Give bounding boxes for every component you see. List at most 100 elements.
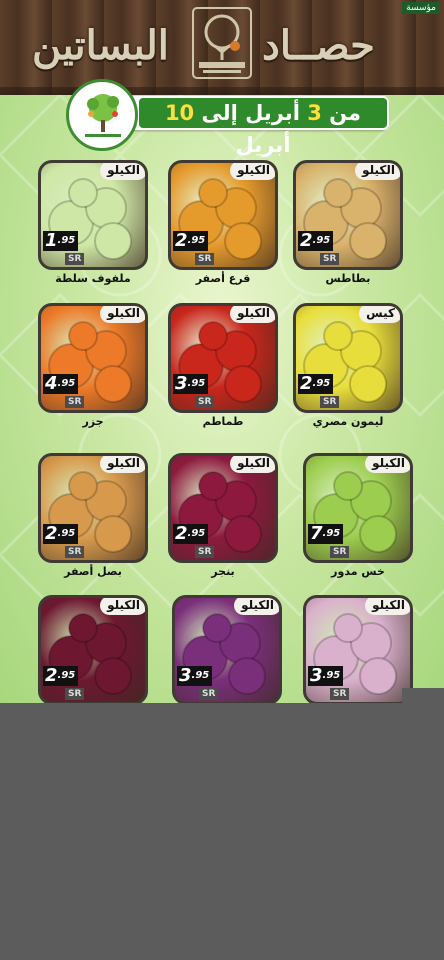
unit-badge: الكيلو [234, 598, 279, 615]
product-name: ملفوف سلطة [55, 272, 131, 285]
price-integer: 1 [45, 230, 58, 251]
product-image: الكيلو 3.95 SR [168, 303, 278, 413]
tree-emblem-icon [192, 7, 252, 79]
unit-badge: الكيلو [100, 163, 145, 180]
price-integer: 3 [310, 665, 323, 686]
price-tag: 2.95 [298, 231, 334, 251]
product-image: الكيلو 2.95 SR [168, 453, 278, 563]
produce-shape [349, 222, 387, 260]
unit-badge: الكيلو [365, 598, 410, 615]
product-card: الكيلو 4.95 SR جزر [38, 303, 150, 428]
currency-label: SR [65, 396, 85, 408]
produce-shape [68, 613, 98, 643]
currency-label: SR [65, 546, 85, 558]
top-tag: مؤسسة [402, 2, 440, 14]
produce-shape [323, 321, 353, 351]
flyer-page: البساتين حصــاد مؤسسة من 3 أبريل إلى 10 … [0, 0, 444, 960]
produce-shape [359, 515, 397, 553]
unit-badge: الكيلو [100, 306, 145, 323]
currency-label: SR [195, 396, 215, 408]
unit-badge: الكيلو [355, 163, 400, 180]
product-name: طماطم [202, 415, 244, 428]
produce-shape [198, 471, 228, 501]
product-card: الكيلو 2.95 SR بصل أصفر [38, 453, 150, 578]
produce-shape [94, 222, 132, 260]
product-card: الكيلو 7.95 SR خس مدور [303, 453, 415, 578]
price-integer: 2 [175, 230, 188, 251]
currency-label: SR [65, 253, 85, 265]
price-decimal: .95 [191, 670, 210, 681]
price-decimal: .95 [312, 378, 331, 389]
produce-shape [198, 321, 228, 351]
product-image: الكيلو 2.95 SR [293, 160, 403, 270]
unit-badge: الكيلو [230, 306, 275, 323]
product-card: الكيلو 2.95 SR [38, 595, 150, 703]
price-tag: 2.95 [43, 666, 79, 686]
price-decimal: .95 [187, 235, 206, 246]
price-tag: 2.95 [298, 373, 334, 394]
produce-shape [202, 613, 232, 643]
product-card: الكيلو 2.95 SR بنجر [168, 453, 280, 578]
currency-label: SR [65, 688, 85, 700]
product-name: ليمون مصري [312, 415, 384, 428]
produce-shape [224, 515, 262, 553]
price-decimal: .95 [57, 235, 76, 246]
product-name: بصل أصفر [64, 565, 122, 578]
product-image: الكيلو 2.95 SR [168, 160, 278, 270]
produce-shape [349, 365, 387, 403]
flyer: البساتين حصــاد مؤسسة من 3 أبريل إلى 10 … [0, 0, 444, 703]
product-image: الكيلو 3.95 SR [303, 595, 413, 703]
unit-badge: كيس [359, 306, 400, 323]
product-image: الكيلو 3.95 SR [172, 595, 282, 703]
produce-shape [94, 657, 132, 695]
unit-badge: الكيلو [100, 456, 145, 473]
product-card: الكيلو 2.95 SR بطاطس [293, 160, 405, 285]
price-tag: 4.95 [43, 373, 79, 394]
price-tag: 2.95 [173, 230, 209, 251]
product-card: الكيلو 2.95 SR قرع أصفر [168, 160, 280, 285]
produce-shape [68, 178, 98, 208]
price-integer: 2 [300, 373, 313, 394]
currency-label: SR [330, 546, 350, 558]
price-integer: 2 [45, 523, 58, 544]
currency-label: SR [320, 396, 340, 408]
produce-shape [198, 178, 228, 208]
produce-shape [68, 471, 98, 501]
date-to-num: 10 [164, 101, 195, 125]
product-card: كيس 2.95 SR ليمون مصري [293, 303, 405, 428]
date-to-word: أبريل [235, 133, 291, 157]
unit-badge: الكيلو [230, 163, 275, 180]
price-tag: 3.95 [173, 374, 209, 394]
produce-shape [224, 222, 262, 260]
product-image: الكيلو 2.95 SR [38, 453, 148, 563]
produce-shape [94, 365, 132, 403]
price-tag: 2.95 [43, 523, 79, 544]
brand-name-part1: حصــاد [262, 22, 375, 69]
unit-badge: الكيلو [100, 598, 145, 615]
price-integer: 2 [175, 523, 188, 544]
price-integer: 7 [310, 523, 323, 544]
product-image: كيس 2.95 SR [293, 303, 403, 413]
currency-label: SR [199, 688, 219, 700]
product-image: الكيلو 4.95 SR [38, 303, 148, 413]
price-decimal: .95 [57, 378, 76, 389]
price-tag: 3.95 [308, 665, 344, 686]
gray-notch [402, 688, 444, 704]
price-integer: 4 [45, 373, 58, 394]
produce-shape [323, 178, 353, 208]
currency-label: SR [195, 546, 215, 558]
price-decimal: .95 [322, 670, 341, 681]
date-from-num: 3 [307, 101, 322, 125]
produce-shape [224, 365, 262, 403]
price-decimal: .95 [187, 378, 206, 389]
currency-label: SR [330, 688, 350, 700]
product-card: الكيلو 3.95 SR طماطم [168, 303, 280, 428]
currency-label: SR [195, 253, 215, 265]
product-name: جزر [82, 415, 104, 428]
produce-shape [68, 321, 98, 351]
price-tag: 3.95 [177, 666, 213, 686]
price-decimal: .95 [57, 528, 76, 539]
product-image: الكيلو 1.95 SR [38, 160, 148, 270]
product-name: خس مدور [331, 565, 385, 578]
price-tag: 7.95 [308, 523, 344, 544]
